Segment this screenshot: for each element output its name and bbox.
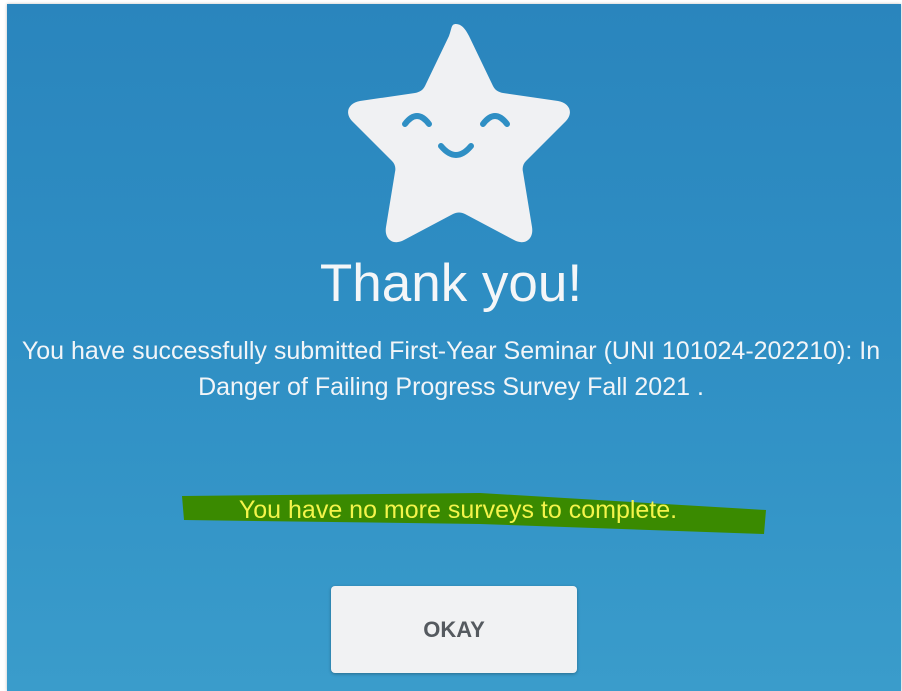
okay-button[interactable]: OKAY	[331, 586, 577, 673]
no-more-surveys-text: You have no more surveys to complete.	[238, 496, 678, 524]
confirmation-message: You have successfully submitted First-Ye…	[21, 337, 881, 401]
page-title: Thank you!	[319, 254, 583, 313]
star-shape	[348, 24, 570, 243]
smiling-star-icon	[348, 24, 570, 243]
